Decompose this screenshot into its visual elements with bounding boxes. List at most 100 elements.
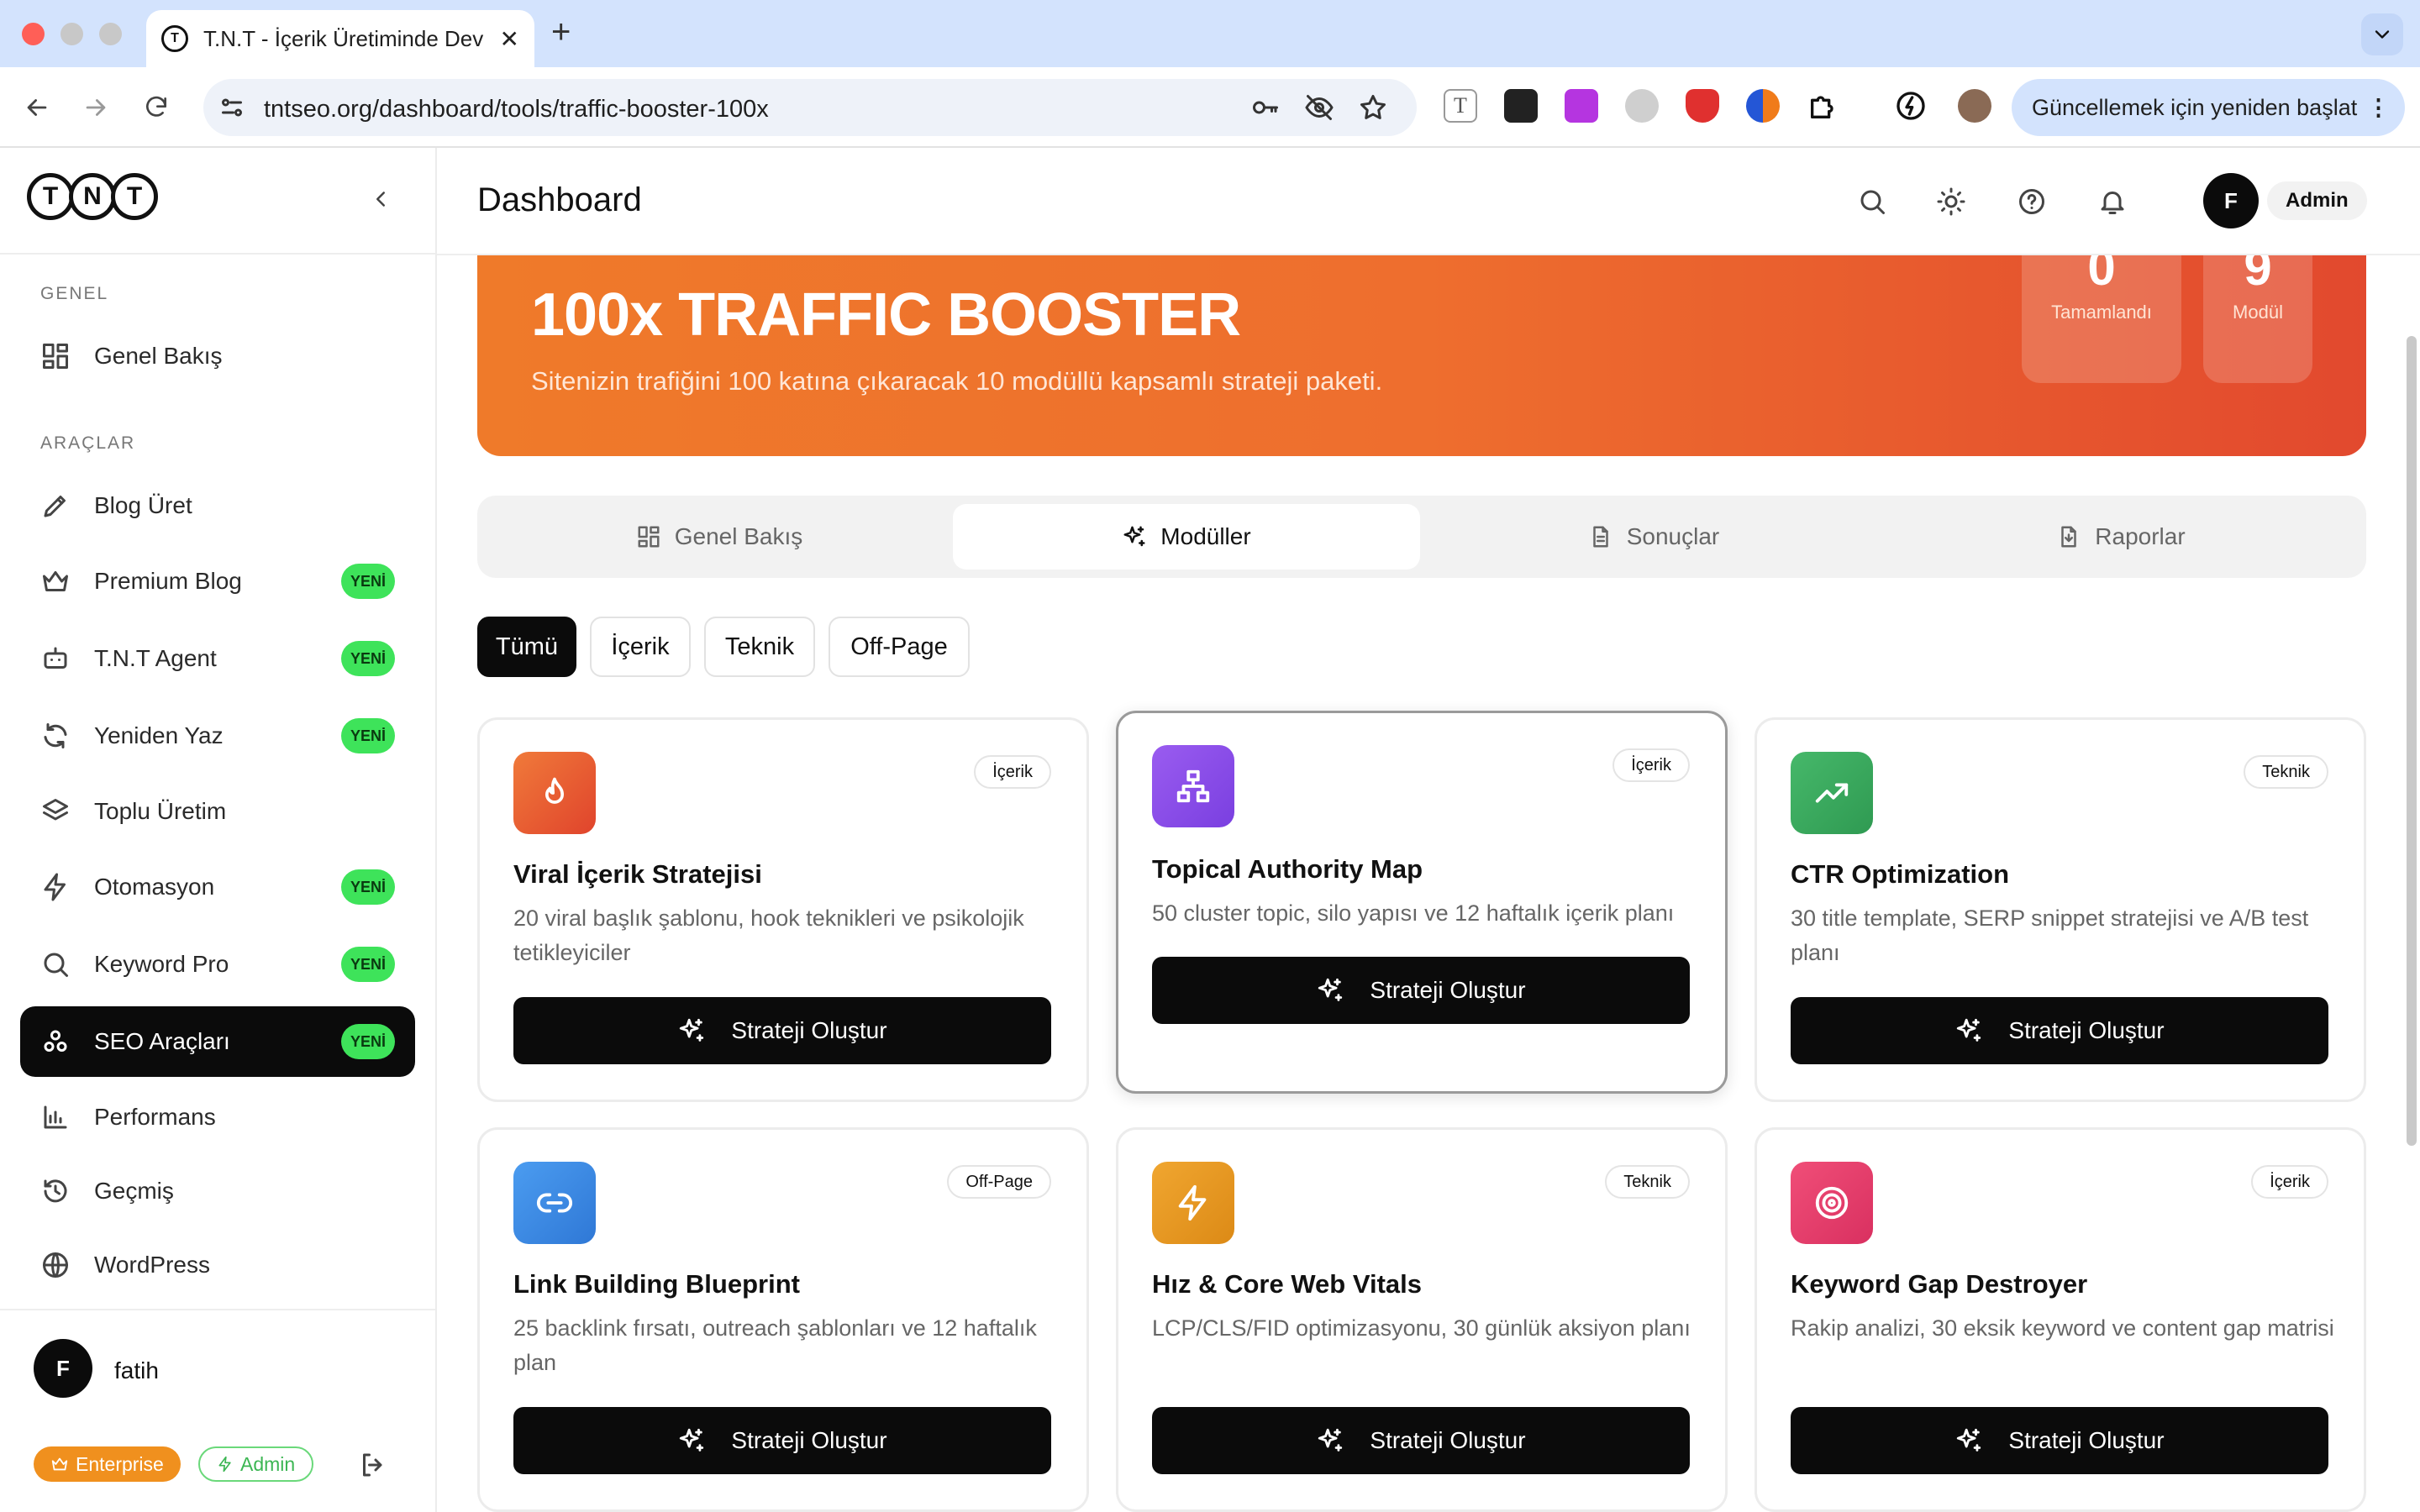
stat-label: Tamamlandı: [2051, 302, 2152, 323]
address-bar[interactable]: tntseo.org/dashboard/tools/traffic-boost…: [203, 79, 1417, 136]
file-download-icon: [2061, 526, 2077, 548]
download-extension-icon[interactable]: [1565, 89, 1598, 123]
sidebar-item-yeniden-yaz[interactable]: Yeniden Yaz YENİ: [20, 701, 415, 771]
browser-tab[interactable]: T T.N.T - İçerik Üretiminde Dev ✕: [146, 10, 534, 67]
font-extension-icon[interactable]: T: [1444, 89, 1477, 123]
logout-button[interactable]: [358, 1450, 388, 1480]
sidebar-item-seo-araclari[interactable]: SEO Araçları YENİ: [20, 1006, 415, 1077]
target-icon: [1815, 1186, 1849, 1220]
tab-sonuclar[interactable]: Sonuçlar: [1420, 504, 1887, 570]
eye-off-icon[interactable]: [1304, 92, 1334, 123]
header-role-badge[interactable]: Admin: [2267, 181, 2367, 220]
filter-icerik[interactable]: İçerik: [590, 617, 691, 677]
window-minimize-button[interactable]: [60, 23, 83, 45]
notifications-button[interactable]: [2097, 186, 2128, 217]
crown-icon: [51, 1457, 68, 1471]
layers-icon: [43, 799, 68, 821]
new-badge: YENİ: [341, 947, 395, 982]
reload-button[interactable]: [138, 89, 175, 126]
create-strategy-button[interactable]: Strateji Oluştur: [513, 997, 1051, 1064]
bookmark-star-icon[interactable]: [1358, 92, 1388, 123]
tnt-logo[interactable]: T N T: [27, 173, 158, 220]
card-title: Hız & Core Web Vitals: [1152, 1269, 1422, 1299]
tab-label: Genel Bakış: [674, 523, 803, 549]
button-label: Strateji Oluştur: [1370, 1427, 1526, 1453]
card-icon-box: [1791, 752, 1873, 834]
browser-tab-strip: T T.N.T - İçerik Üretiminde Dev ✕ +: [0, 0, 2420, 67]
module-card: Teknik CTR Optimization 30 title templat…: [1754, 717, 2366, 1102]
sparkles-icon: [1318, 1428, 1343, 1452]
new-tab-button[interactable]: +: [551, 13, 571, 51]
back-button[interactable]: [18, 89, 55, 126]
kebab-menu-icon[interactable]: ⋮: [2367, 95, 2390, 121]
category-tag: Teknik: [2244, 755, 2328, 789]
category-tag: İçerik: [1612, 748, 1690, 782]
page-scrollbar[interactable]: [2407, 336, 2417, 1146]
user-avatar[interactable]: F: [34, 1339, 92, 1398]
card-icon-box: [513, 1162, 596, 1244]
sidebar-item-genel-bakis[interactable]: Genel Bakış: [20, 321, 415, 391]
puzzle-extensions-icon[interactable]: [1807, 89, 1840, 123]
filter-tumu[interactable]: Tümü: [477, 617, 576, 677]
create-strategy-button[interactable]: Strateji Oluştur: [1791, 997, 2328, 1064]
stat-label: Modül: [2233, 302, 2283, 323]
tab-raporlar[interactable]: Raporlar: [1887, 504, 2354, 570]
sidebar-item-label: Performans: [94, 1104, 216, 1130]
sidebar-item-toplu-uretim[interactable]: Toplu Üretim: [20, 776, 415, 847]
search-button[interactable]: [1857, 186, 1887, 217]
password-key-icon[interactable]: [1250, 92, 1281, 123]
filter-teknik[interactable]: Teknik: [704, 617, 815, 677]
sidebar-item-tnt-agent[interactable]: T.N.T Agent YENİ: [20, 623, 415, 694]
collapse-sidebar-button[interactable]: [368, 186, 393, 212]
profile-avatar[interactable]: [1958, 89, 1991, 123]
sidebar-item-gecmis[interactable]: Geçmiş: [20, 1156, 415, 1226]
window-zoom-button[interactable]: [99, 23, 122, 45]
crown-icon: [43, 571, 68, 591]
sidebar-item-otomasyon[interactable]: Otomasyon YENİ: [20, 852, 415, 922]
module-card: İçerik Viral İçerik Stratejisi 20 viral …: [477, 717, 1089, 1102]
create-strategy-button[interactable]: Strateji Oluştur: [1791, 1407, 2328, 1474]
sidebar-item-label: Otomasyon: [94, 874, 215, 900]
sidebar-item-label: Keyword Pro: [94, 951, 229, 977]
site-settings-icon[interactable]: [217, 92, 247, 123]
pen-icon: [44, 496, 66, 517]
shield-extension-icon[interactable]: [1686, 89, 1719, 123]
page-title: Dashboard: [477, 181, 642, 218]
button-label: Strateji Oluştur: [2008, 1017, 2165, 1043]
sidebar-item-keyword-pro[interactable]: Keyword Pro YENİ: [20, 929, 415, 1000]
new-badge: YENİ: [341, 718, 395, 753]
cloud-extension-icon[interactable]: [1625, 89, 1659, 123]
update-relaunch-button[interactable]: Güncellemek için yeniden başlat ⋮: [2012, 79, 2405, 136]
sidebar-item-label: T.N.T Agent: [94, 645, 217, 671]
tab-genel-bakis[interactable]: Genel Bakış: [486, 504, 953, 570]
create-strategy-button[interactable]: Strateji Oluştur: [1152, 1407, 1690, 1474]
button-label: Strateji Oluştur: [2008, 1427, 2165, 1453]
header-avatar[interactable]: F: [2203, 173, 2259, 228]
performance-icon[interactable]: [1894, 89, 1928, 123]
sparkles-icon: [680, 1428, 704, 1452]
section-label-tools: ARAÇLAR: [40, 433, 136, 453]
qr-extension-icon[interactable]: [1504, 89, 1538, 123]
create-strategy-button[interactable]: Strateji Oluştur: [1152, 957, 1690, 1024]
sidebar-item-blog-uret[interactable]: Blog Üret: [20, 470, 415, 541]
help-button[interactable]: [2017, 186, 2047, 217]
tab-close-icon[interactable]: ✕: [500, 25, 519, 53]
flame-icon: [545, 777, 564, 804]
sidebar-item-wordpress[interactable]: WordPress: [20, 1230, 415, 1300]
sidebar-item-performans[interactable]: Performans: [20, 1082, 415, 1152]
refresh-icon: [44, 723, 67, 748]
card-description: Rakip analizi, 30 eksik keyword ve conte…: [1791, 1315, 2334, 1341]
category-tag: Teknik: [1605, 1165, 1690, 1199]
color-extension-icon[interactable]: [1746, 89, 1780, 123]
forward-button[interactable]: [77, 89, 114, 126]
sidebar-item-premium-blog[interactable]: Premium Blog YENİ: [20, 546, 415, 617]
theme-toggle-button[interactable]: [1936, 186, 1966, 217]
filter-off-page[interactable]: Off-Page: [829, 617, 970, 677]
tab-search-button[interactable]: [2361, 13, 2403, 55]
sidebar-item-label: WordPress: [94, 1252, 210, 1278]
card-title: Viral İçerik Stratejisi: [513, 859, 762, 889]
logout-icon: [363, 1453, 382, 1477]
create-strategy-button[interactable]: Strateji Oluştur: [513, 1407, 1051, 1474]
tab-moduller[interactable]: Modüller: [953, 504, 1420, 570]
window-close-button[interactable]: [22, 23, 45, 45]
